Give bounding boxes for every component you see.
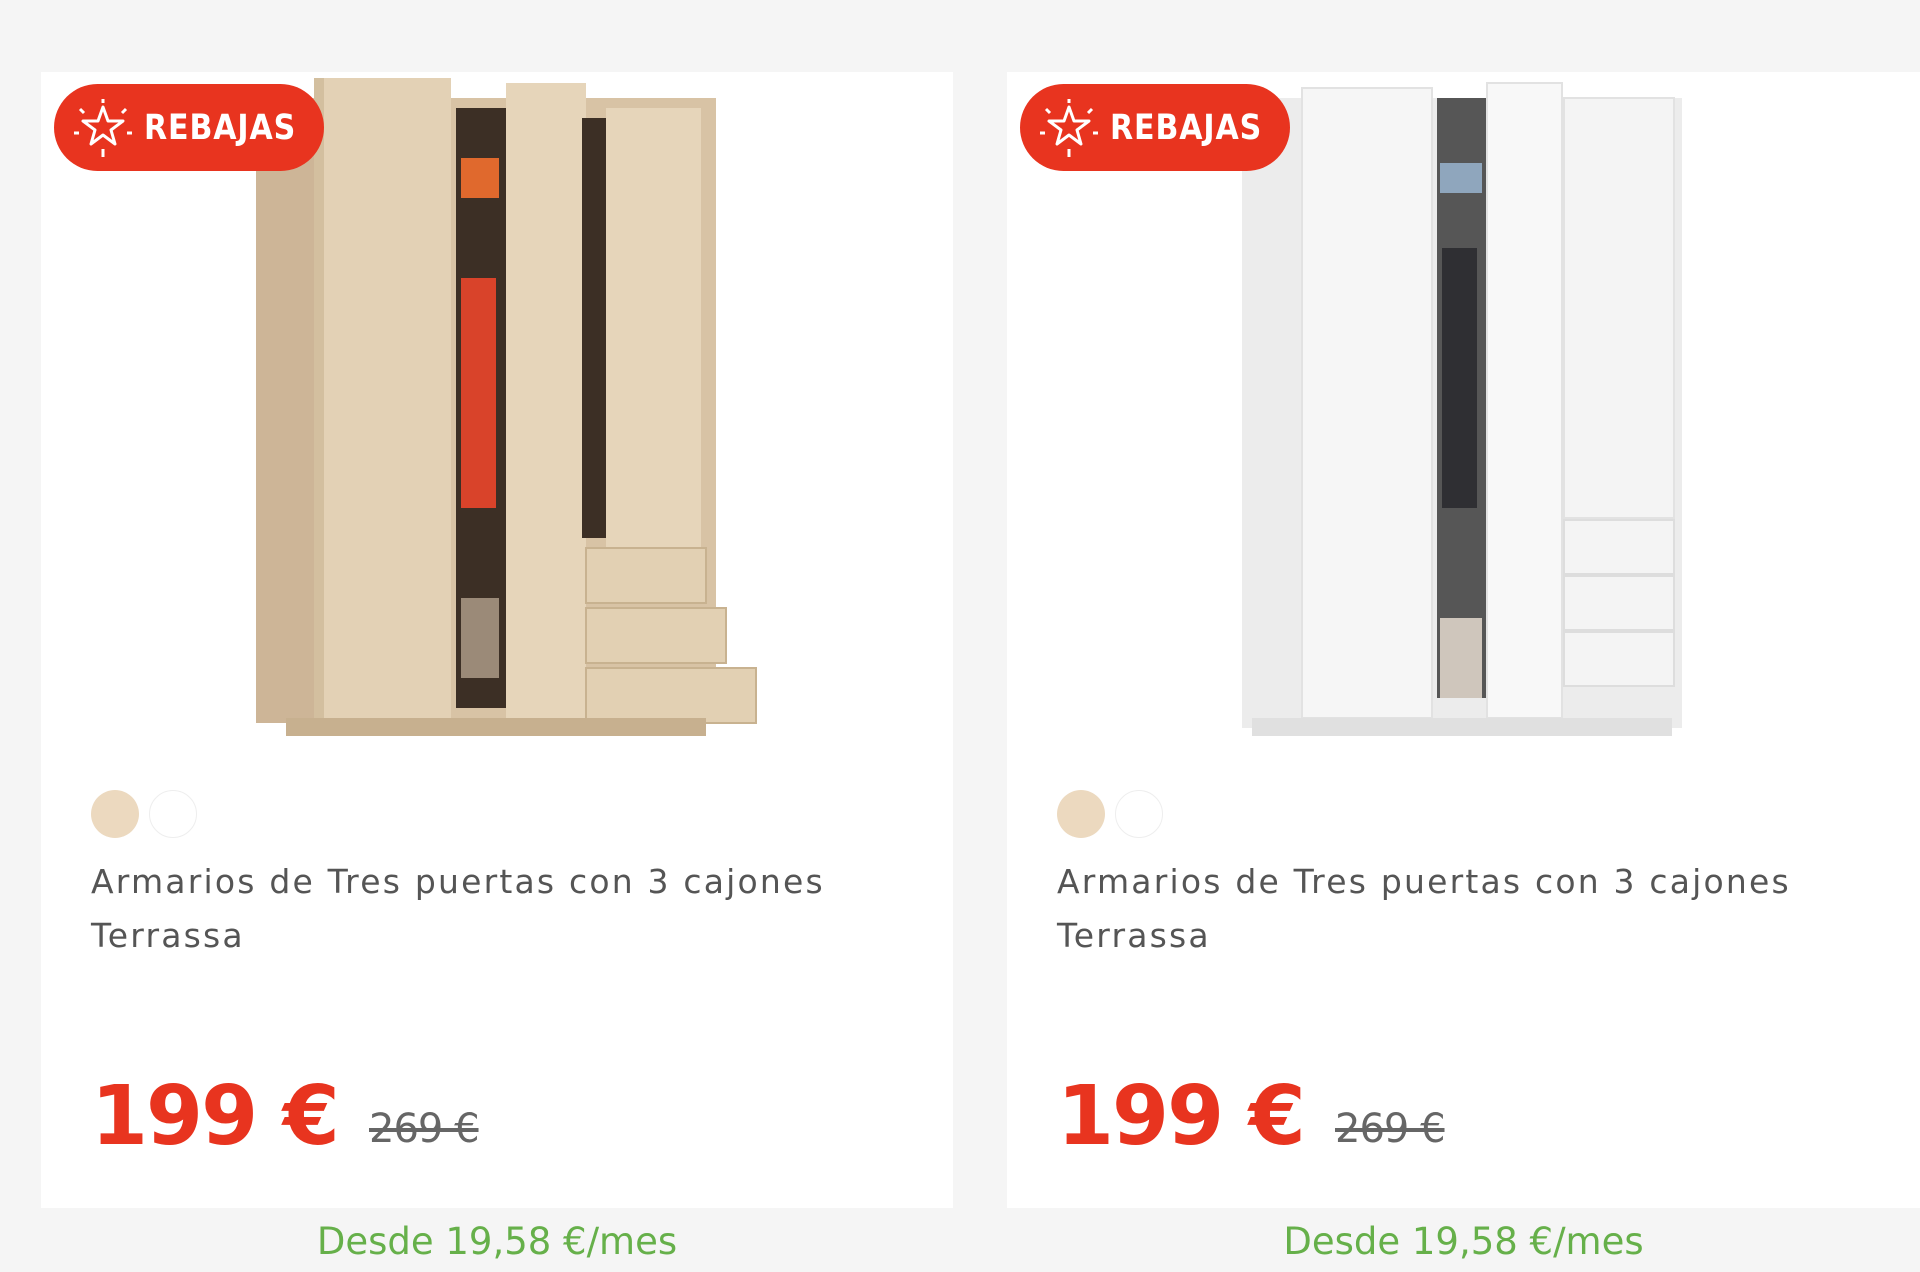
color-swatch-white[interactable] — [1115, 790, 1163, 838]
sale-badge: REBAJAS — [1020, 84, 1290, 171]
color-swatches — [1057, 790, 1163, 838]
original-price: 269 € — [1335, 1106, 1446, 1152]
wardrobe-oak-image — [256, 78, 757, 736]
product-card[interactable]: REBAJAS Armarios de Tres puertas con 3 c… — [41, 72, 953, 1263]
product-title[interactable]: Armarios de Tres puertas con 3 cajones T… — [1057, 855, 1877, 963]
wardrobe-white-image — [1242, 82, 1682, 736]
sparkle-star-icon — [1040, 98, 1098, 157]
product-image[interactable]: REBAJAS — [1007, 72, 1920, 762]
sale-price: 199 € — [91, 1069, 340, 1164]
color-swatch-white[interactable] — [149, 790, 197, 838]
product-image[interactable]: REBAJAS — [41, 72, 953, 762]
color-swatch-oak[interactable] — [91, 790, 139, 838]
color-swatches — [91, 790, 197, 838]
color-swatch-oak[interactable] — [1057, 790, 1105, 838]
product-card[interactable]: REBAJAS Armarios de Tres puertas con 3 c… — [1007, 72, 1920, 1263]
product-title[interactable]: Armarios de Tres puertas con 3 cajones T… — [91, 855, 911, 963]
sale-badge-label: REBAJAS — [144, 107, 297, 148]
financing-text: Desde 19,58 €/mes — [1283, 1220, 1644, 1263]
sparkle-star-icon — [74, 98, 132, 157]
sale-badge-label: REBAJAS — [1110, 107, 1263, 148]
sale-price: 199 € — [1057, 1069, 1306, 1164]
original-price: 269 € — [369, 1106, 480, 1152]
sale-badge: REBAJAS — [54, 84, 324, 171]
product-grid: REBAJAS Armarios de Tres puertas con 3 c… — [0, 0, 1920, 1263]
financing-text: Desde 19,58 €/mes — [316, 1220, 678, 1263]
